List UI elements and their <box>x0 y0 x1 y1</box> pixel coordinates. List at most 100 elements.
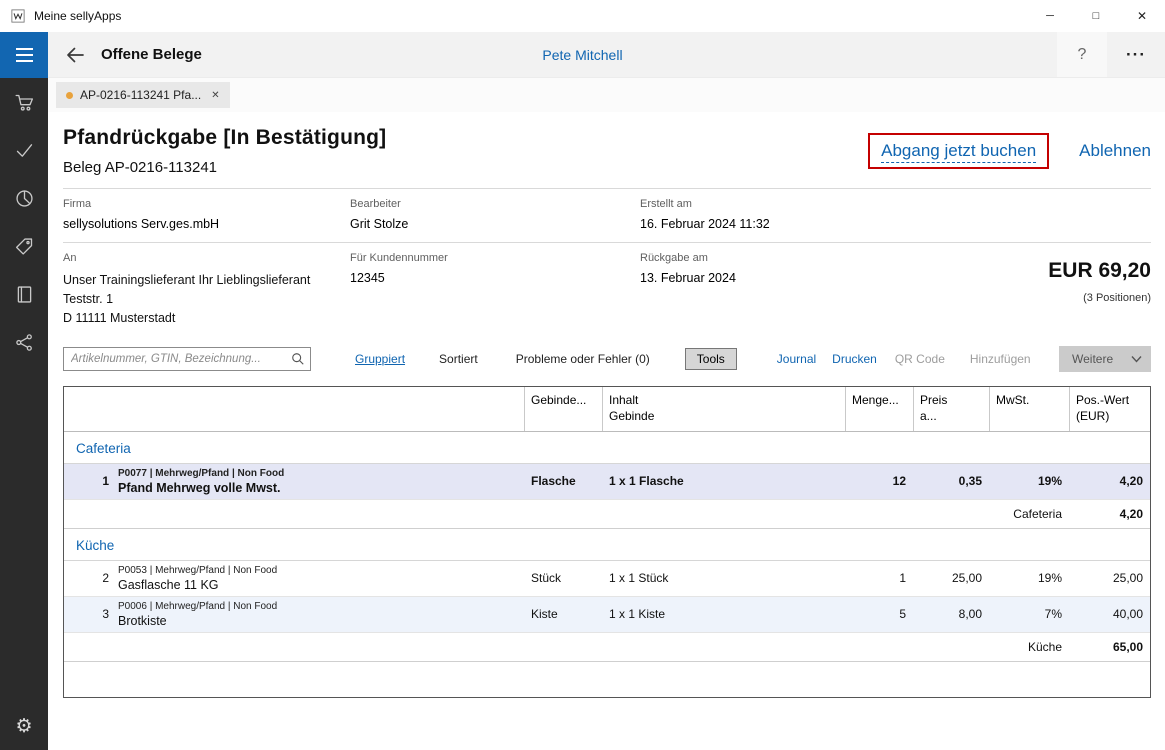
back-arrow-icon <box>64 44 86 66</box>
position-count: (3 Positionen) <box>1048 292 1151 304</box>
print-link[interactable]: Drucken <box>832 352 877 366</box>
qr-code-link: QR Code <box>895 352 945 366</box>
article-name: Brotkiste <box>118 614 517 628</box>
table-row[interactable]: 3 P0006 | Mehrweg/Pfand | Non Food Brotk… <box>64 597 1150 633</box>
sorted-toggle[interactable]: Sortiert <box>439 352 478 366</box>
positions-table: Gebinde... Inhalt Gebinde Menge... Preis… <box>63 386 1151 698</box>
document-number: Beleg AP-0216-113241 <box>63 159 386 176</box>
unsaved-dot-icon <box>66 92 73 99</box>
maximize-button[interactable]: □ <box>1073 0 1119 32</box>
subtotal-label: Küche <box>64 640 1069 654</box>
close-button[interactable]: ✕ <box>1119 0 1165 32</box>
col-preis[interactable]: Preis a... <box>913 387 989 430</box>
tag-icon[interactable] <box>0 222 48 270</box>
article-code: P0053 | Mehrweg/Pfand | Non Food <box>118 565 517 576</box>
tab-label: AP-0216-113241 Pfa... <box>80 88 201 102</box>
page-title: Offene Belege <box>101 46 202 63</box>
row-wert: 4,20 <box>1069 474 1150 488</box>
row-article: P0077 | Mehrweg/Pfand | Non Food Pfand M… <box>116 468 524 495</box>
row-gebinde: Flasche <box>524 474 602 488</box>
tools-button[interactable]: Tools <box>685 348 737 370</box>
window-controls: ─ □ ✕ <box>1027 0 1165 32</box>
add-link: Hinzufügen <box>970 352 1031 366</box>
journal-icon[interactable] <box>0 270 48 318</box>
more-options-button[interactable]: ··· <box>1107 32 1165 77</box>
document-total: EUR 69,20 (3 Positionen) <box>1048 259 1151 304</box>
row-inhalt: 1 x 1 Stück <box>602 571 845 585</box>
table-row[interactable]: 1 P0077 | Mehrweg/Pfand | Non Food Pfand… <box>64 464 1150 500</box>
document-titles: Pfandrückgabe [In Bestätigung] Beleg AP-… <box>63 126 386 176</box>
document-title: Pfandrückgabe [In Bestätigung] <box>63 126 386 150</box>
erstellt-label: Erstellt am <box>640 198 1151 210</box>
firma-label: Firma <box>63 198 350 210</box>
main-content: AP-0216-113241 Pfa... ✕ Pfandrückgabe [I… <box>48 78 1165 750</box>
kundennummer-value: 12345 <box>350 271 640 285</box>
col-wert[interactable]: Pos.-Wert (EUR) <box>1069 387 1150 430</box>
row-preis: 25,00 <box>913 571 989 585</box>
info-section-2: An Unser Trainingslieferant Ihr Liebling… <box>63 243 1151 338</box>
article-search <box>63 347 311 371</box>
address-line: Unser Trainingslieferant Ihr Lieblingsli… <box>63 271 350 290</box>
total-amount: EUR 69,20 <box>1048 259 1151 283</box>
problems-link[interactable]: Probleme oder Fehler (0) <box>516 352 650 366</box>
document-actions: Abgang jetzt buchen Ablehnen <box>868 133 1151 169</box>
subtotal-value: 65,00 <box>1069 640 1150 654</box>
journal-link[interactable]: Journal <box>777 352 816 366</box>
row-article: P0053 | Mehrweg/Pfand | Non Food Gasflas… <box>116 565 524 592</box>
info-section-1: Firma sellysolutions Serv.ges.mbH Bearbe… <box>63 189 1151 242</box>
settings-gear-icon[interactable]: ⚙ <box>0 702 48 750</box>
grouped-toggle[interactable]: Gruppiert <box>355 352 405 366</box>
shopping-cart-icon[interactable] <box>0 78 48 126</box>
article-name: Gasflasche 11 KG <box>118 578 517 592</box>
row-wert: 25,00 <box>1069 571 1150 585</box>
header-actions: ? ··· <box>1057 32 1165 77</box>
minimize-button[interactable]: ─ <box>1027 0 1073 32</box>
kundennummer-label: Für Kundennummer <box>350 252 640 264</box>
article-name: Pfand Mehrweg volle Mwst. <box>118 481 517 495</box>
more-actions-button[interactable]: Weitere <box>1059 346 1151 372</box>
share-network-icon[interactable] <box>0 318 48 366</box>
hamburger-menu-icon[interactable] <box>0 32 48 78</box>
highlight-box: Abgang jetzt buchen <box>868 133 1049 169</box>
col-inhalt[interactable]: Inhalt Gebinde <box>602 387 845 430</box>
user-name[interactable]: Pete Mitchell <box>542 47 622 63</box>
row-menge: 5 <box>845 607 913 621</box>
tab-close-icon[interactable]: ✕ <box>211 90 219 101</box>
row-number: 2 <box>64 571 116 585</box>
col-menge[interactable]: Menge... <box>845 387 913 430</box>
document-tab[interactable]: AP-0216-113241 Pfa... ✕ <box>56 82 230 108</box>
an-field: An Unser Trainingslieferant Ihr Liebling… <box>63 252 350 327</box>
row-inhalt: 1 x 1 Flasche <box>602 474 845 488</box>
subtotal-label: Cafeteria <box>64 507 1069 521</box>
address-line: D 11111 Musterstadt <box>63 309 350 328</box>
row-wert: 40,00 <box>1069 607 1150 621</box>
row-menge: 12 <box>845 474 913 488</box>
checkmark-icon[interactable] <box>0 126 48 174</box>
row-inhalt: 1 x 1 Kiste <box>602 607 845 621</box>
row-preis: 8,00 <box>913 607 989 621</box>
recipient-address: Unser Trainingslieferant Ihr Lieblingsli… <box>63 271 350 327</box>
table-row[interactable]: 2 P0053 | Mehrweg/Pfand | Non Food Gasfl… <box>64 561 1150 597</box>
article-code: P0077 | Mehrweg/Pfand | Non Food <box>118 468 517 479</box>
pie-chart-icon[interactable] <box>0 174 48 222</box>
book-outflow-button[interactable]: Abgang jetzt buchen <box>881 141 1036 163</box>
row-gebinde: Stück <box>524 571 602 585</box>
row-preis: 0,35 <box>913 474 989 488</box>
document-header: Pfandrückgabe [In Bestätigung] Beleg AP-… <box>63 126 1151 176</box>
firma-value: sellysolutions Serv.ges.mbH <box>63 217 350 231</box>
window-title: Meine sellyApps <box>34 9 121 23</box>
table-header: Gebinde... Inhalt Gebinde Menge... Preis… <box>64 387 1150 431</box>
help-button[interactable]: ? <box>1057 32 1107 77</box>
an-label: An <box>63 252 350 264</box>
col-mwst[interactable]: MwSt. <box>989 387 1069 430</box>
back-button[interactable] <box>61 41 89 69</box>
row-number: 3 <box>64 607 116 621</box>
reject-button[interactable]: Ablehnen <box>1079 141 1151 161</box>
col-gebinde[interactable]: Gebinde... <box>524 387 602 430</box>
group-header[interactable]: Cafeteria <box>64 432 1150 464</box>
search-input[interactable] <box>63 347 311 371</box>
sidebar-nav: ⚙ <box>0 78 48 750</box>
group-header[interactable]: Küche <box>64 529 1150 561</box>
article-code: P0006 | Mehrweg/Pfand | Non Food <box>118 601 517 612</box>
search-icon[interactable] <box>291 352 305 369</box>
